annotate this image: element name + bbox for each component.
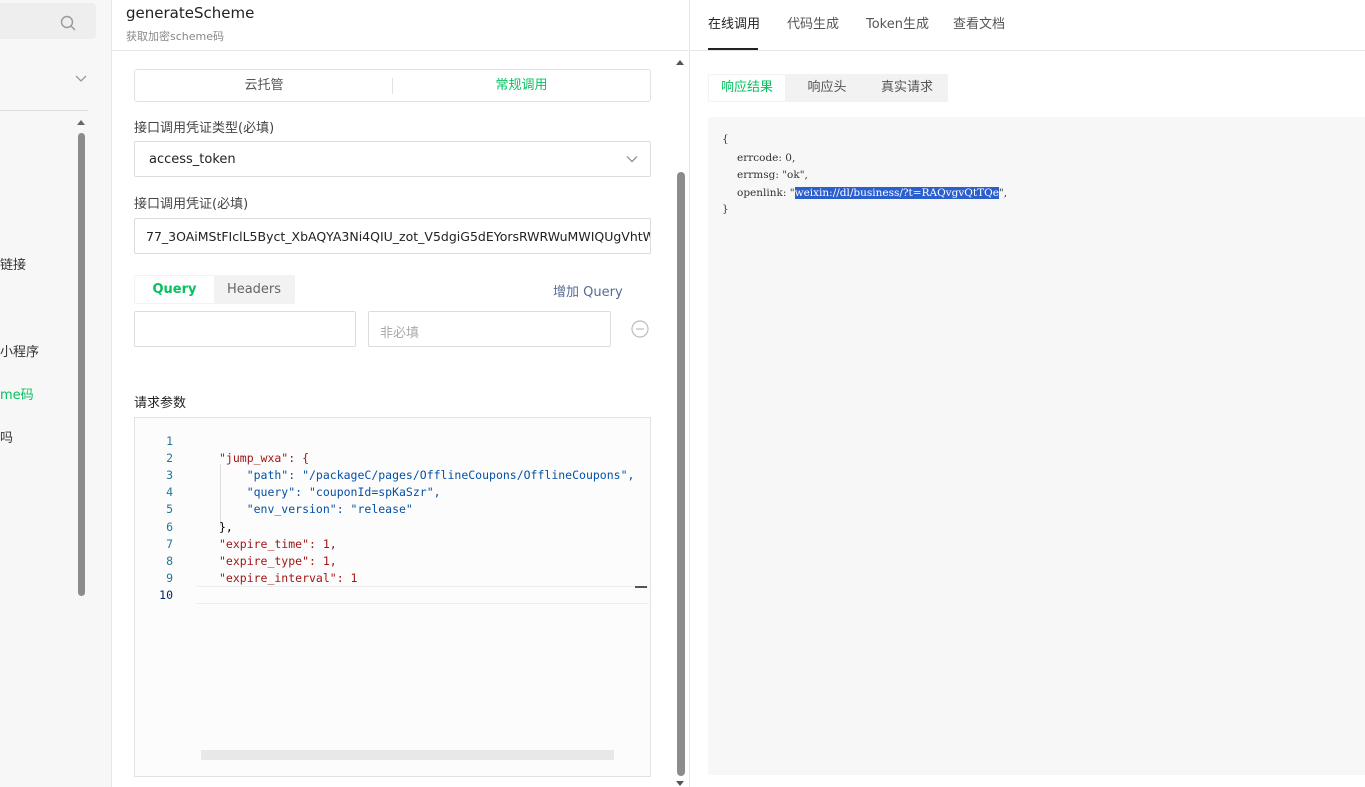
code-line: "path": "/packageC/pages/OfflineCoupons/…: [219, 468, 635, 482]
credential-type-select[interactable]: access_token: [134, 141, 651, 177]
code-line: "expire_type": 1,: [219, 554, 337, 568]
response-open-brace: {: [722, 133, 729, 145]
remove-circle-icon[interactable]: [631, 320, 649, 338]
response-close-brace: }: [722, 203, 729, 215]
tab-headers[interactable]: Headers: [214, 276, 294, 303]
tab-response-result[interactable]: 响应结果: [709, 75, 785, 101]
page-subtitle: 获取加密scheme码: [126, 30, 225, 43]
query-headers-tabs: Query Headers: [134, 275, 295, 304]
editor-horizontal-scrollbar[interactable]: [201, 750, 614, 760]
query-value-placeholder: 非必填: [380, 326, 420, 341]
editor-overview-marker: [635, 586, 647, 588]
line-number: 6: [166, 520, 173, 534]
sidebar-item-scheme[interactable]: me码: [0, 384, 34, 403]
chevron-down-icon: [626, 156, 638, 163]
line-number: 3: [166, 468, 173, 482]
scroll-up-arrow-icon[interactable]: [77, 120, 85, 125]
sidebar-item-code[interactable]: 吗: [0, 427, 13, 446]
result-panel: 在线调用 代码生成 Token生成 查看文档 响应结果 响应头 真实请求 { e…: [689, 0, 1365, 787]
tab-response-headers[interactable]: 响应头: [788, 74, 866, 102]
chevron-down-icon[interactable]: [74, 72, 88, 86]
credential-input-value: 77_3OAiMStFIclL5Byct_XbAQYA3Ni4QIU_zot_V…: [146, 229, 651, 244]
code-line: "jump_wxa": {: [219, 451, 310, 465]
scroll-up-arrow-icon[interactable]: [676, 60, 684, 65]
line-number: 2: [166, 451, 173, 465]
response-errcode: errcode: 0,: [737, 152, 796, 164]
openlink-key: openlink: ": [737, 187, 795, 199]
scroll-down-arrow-icon[interactable]: [676, 781, 684, 786]
search-icon[interactable]: [60, 15, 76, 31]
search-input[interactable]: ): [0, 3, 96, 39]
response-body[interactable]: { errcode: 0, errmsg: "ok", openlink: "w…: [708, 117, 1365, 775]
segment-cloud-hosting[interactable]: 云托管: [135, 70, 393, 101]
code-line: "query": "couponId=spKaSzr",: [219, 485, 441, 499]
query-value-input[interactable]: 非必填: [368, 311, 611, 347]
response-openlink: openlink: "weixin://dl/business/?t=RAQvg…: [737, 187, 1007, 199]
sidebar-scrollbar[interactable]: [78, 133, 85, 596]
line-number: 10: [159, 588, 173, 602]
call-mode-segment: 云托管 常规调用: [134, 69, 651, 102]
response-tabs: 响应结果 响应头 真实请求: [708, 74, 948, 102]
sidebar-item-miniprogram[interactable]: 小程序: [0, 341, 39, 360]
page-header: generateScheme 获取加密scheme码: [112, 0, 688, 51]
request-params-label: 请求参数: [134, 396, 187, 411]
openlink-value[interactable]: weixin://dl/business/?t=RAQvgvQtTQe: [794, 187, 999, 199]
page-title: generateScheme: [126, 4, 255, 22]
code-line: "env_version": "release": [219, 502, 413, 516]
line-number: 1: [166, 434, 173, 448]
line-number: 5: [166, 502, 173, 516]
editor-current-line: [197, 586, 649, 604]
line-number: 4: [166, 485, 173, 499]
openlink-tail: ",: [998, 187, 1008, 199]
active-tab-indicator: [708, 48, 758, 50]
sidebar-divider: [0, 110, 88, 111]
tab-real-request[interactable]: 真实请求: [868, 74, 946, 102]
tab-query[interactable]: Query: [135, 276, 214, 303]
tab-view-docs[interactable]: 查看文档: [953, 13, 1005, 32]
tab-code-gen[interactable]: 代码生成: [787, 13, 839, 32]
credential-label: 接口调用凭证(必填): [134, 197, 249, 212]
tab-online-call[interactable]: 在线调用: [708, 13, 760, 32]
segment-normal-call[interactable]: 常规调用: [393, 70, 650, 101]
result-panel-tabs: 在线调用 代码生成 Token生成 查看文档: [690, 0, 1365, 51]
credential-type-label: 接口调用凭证类型(必填): [134, 121, 275, 136]
code-line: "expire_time": 1,: [219, 537, 337, 551]
code-editor[interactable]: 1 2 3 4 5 6 7 8 9 10 "jump_wxa": { "path…: [134, 417, 651, 777]
credential-input[interactable]: 77_3OAiMStFIclL5Byct_XbAQYA3Ni4QIU_zot_V…: [134, 218, 651, 254]
credential-type-value: access_token: [149, 152, 236, 167]
line-number: 8: [166, 554, 173, 568]
add-query-link[interactable]: 增加 Query: [553, 281, 623, 300]
line-number: 7: [166, 537, 173, 551]
line-number: 9: [166, 571, 173, 585]
sidebar-item-link[interactable]: 链接: [0, 254, 26, 273]
response-errmsg: errmsg: "ok",: [737, 169, 808, 181]
sidebar: ) 链接 小程序 me码 吗: [0, 0, 112, 787]
tab-token-gen[interactable]: Token生成: [866, 13, 929, 32]
query-key-input[interactable]: [134, 311, 356, 347]
code-line: "expire_interval": 1: [219, 571, 358, 585]
code-line: },: [219, 520, 233, 534]
form-scrollbar[interactable]: [677, 172, 685, 776]
